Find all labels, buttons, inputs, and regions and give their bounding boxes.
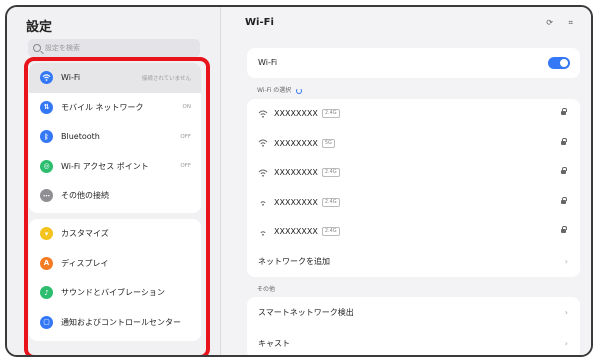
home-indicator[interactable] — [235, 356, 381, 357]
network-band: 5G — [321, 138, 335, 148]
wifi-select-heading: Wi-Fi の選択 — [257, 85, 303, 94]
search-placeholder: 設定を検索 — [45, 44, 80, 52]
wifi-toggle-label: Wi-Fi — [258, 58, 278, 68]
network-ssid: XXXXXXXX — [274, 109, 318, 119]
network-list: XXXXXXXX 2.4G XXXXXXXX 5G XXXXXXXX 2.4G … — [247, 99, 580, 277]
network-row[interactable]: XXXXXXXX 5G — [247, 129, 580, 159]
wifi-toggle-card: Wi-Fi — [247, 48, 580, 78]
sidebar-title: 設定 — [26, 20, 53, 35]
other-section-heading: その他 — [257, 286, 276, 293]
wifi-signal-icon — [258, 110, 268, 118]
network-ssid: XXXXXXXX — [274, 197, 318, 207]
wifi-detail-pane: Wi-Fi ⟳ ⌗ Wi-Fi Wi-Fi の選択 XXXXXXXX 2.4G … — [221, 7, 591, 355]
chevron-right-icon: › — [564, 308, 568, 317]
wifi-select-label: Wi-Fi の選択 — [257, 87, 292, 94]
wifi-signal-icon — [258, 139, 268, 147]
search-icon — [33, 44, 41, 52]
scan-icon[interactable]: ⌗ — [568, 18, 573, 28]
loading-spinner-icon — [296, 87, 303, 94]
refresh-icon[interactable]: ⟳ — [546, 18, 553, 27]
network-band: 2.4G — [321, 197, 340, 207]
lock-icon — [561, 108, 567, 115]
highlight-frame — [24, 57, 210, 355]
wifi-toggle[interactable] — [548, 57, 570, 69]
network-band: 2.4G — [321, 227, 340, 237]
page-title: Wi-Fi — [245, 17, 274, 28]
network-ssid: XXXXXXXX — [274, 168, 318, 178]
network-ssid: XXXXXXXX — [274, 138, 318, 148]
smart-network-label: スマートネットワーク検出 — [258, 308, 354, 317]
search-input[interactable]: 設定を検索 — [28, 39, 200, 57]
smart-network-row[interactable]: スマートネットワーク検出 › — [247, 297, 580, 328]
network-ssid: XXXXXXXX — [274, 227, 318, 237]
lock-icon — [561, 167, 567, 174]
lock-icon — [561, 196, 567, 204]
other-list: スマートネットワーク検出 › キャスト › — [247, 297, 580, 355]
add-network-label: ネットワークを追加 — [258, 256, 330, 266]
network-row[interactable]: XXXXXXXX 2.4G — [247, 158, 580, 188]
wifi-signal-icon — [260, 201, 266, 206]
cast-row[interactable]: キャスト › — [247, 328, 580, 355]
wifi-signal-icon — [258, 169, 268, 177]
tablet-screen: 設定 設定を検索 Wi-Fi 接続されていません ⇅ モバイル ネットワーク O… — [5, 5, 593, 357]
network-row[interactable]: XXXXXXXX 2.4G — [247, 99, 580, 129]
chevron-right-icon: › — [564, 339, 568, 348]
network-row[interactable]: XXXXXXXX 2.4G — [247, 217, 580, 247]
wifi-signal-icon — [260, 230, 266, 236]
lock-icon — [561, 137, 567, 145]
wifi-toggle-row[interactable]: Wi-Fi — [247, 48, 580, 78]
network-row[interactable]: XXXXXXXX 2.4G — [247, 188, 580, 218]
lock-icon — [561, 226, 567, 233]
chevron-right-icon: › — [564, 256, 568, 266]
add-network-row[interactable]: ネットワークを追加 › — [247, 247, 580, 277]
network-band: 2.4G — [321, 168, 340, 178]
network-band: 2.4G — [321, 109, 340, 119]
cast-label: キャスト — [258, 339, 290, 348]
settings-sidebar: 設定 設定を検索 Wi-Fi 接続されていません ⇅ モバイル ネットワーク O… — [7, 7, 220, 355]
